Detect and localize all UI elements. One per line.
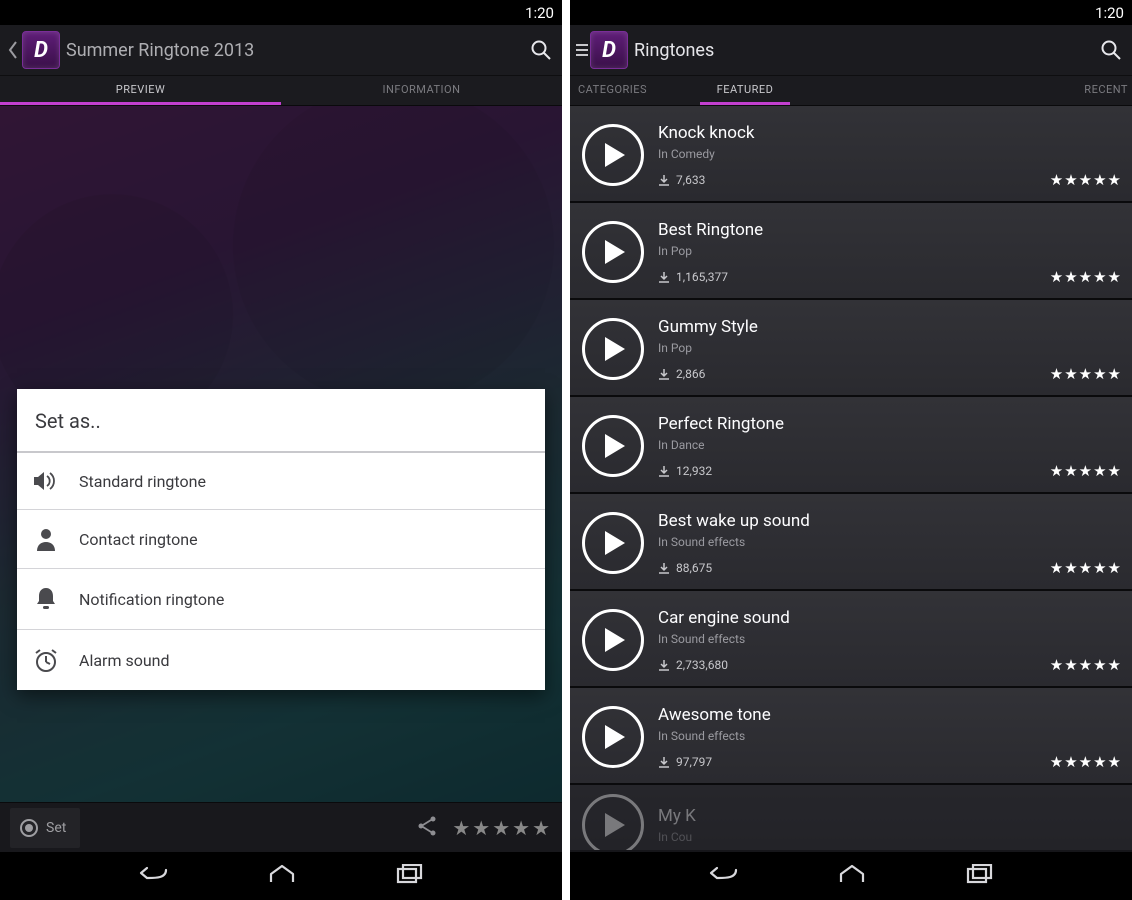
nav-bar bbox=[570, 852, 1132, 900]
bell-icon bbox=[31, 586, 61, 612]
left-screen: 1:20 D Summer Ringtone 2013 PREVIEW INFO… bbox=[0, 0, 562, 900]
ringtone-row[interactable]: Best Ringtone In Pop 1,165,377 ★★★★★ bbox=[570, 203, 1132, 300]
ringtone-name: Best wake up sound bbox=[658, 511, 1120, 531]
option-label: Alarm sound bbox=[79, 651, 170, 670]
option-label: Contact ringtone bbox=[79, 530, 198, 549]
zedge-logo[interactable]: D bbox=[22, 31, 60, 69]
ringtone-row[interactable]: Knock knock In Comedy 7,633 ★★★★★ bbox=[570, 106, 1132, 203]
ringtone-category: In Pop bbox=[658, 341, 1120, 355]
set-as-dialog: Set as.. Standard ringtone Contact ringt… bbox=[17, 389, 545, 690]
nav-recents-icon[interactable] bbox=[396, 864, 424, 888]
page-title: Summer Ringtone 2013 bbox=[66, 40, 526, 61]
tab-preview[interactable]: PREVIEW bbox=[0, 76, 281, 105]
play-button[interactable] bbox=[582, 512, 644, 574]
tab-information[interactable]: INFORMATION bbox=[281, 76, 562, 105]
tab-categories[interactable]: CATEGORIES bbox=[570, 76, 700, 105]
dialog-title: Set as.. bbox=[17, 389, 545, 453]
nav-back-icon[interactable] bbox=[708, 864, 738, 888]
status-time: 1:20 bbox=[525, 4, 554, 22]
play-button[interactable] bbox=[582, 794, 644, 853]
rating-stars: ★★★★★ bbox=[1050, 656, 1122, 674]
download-icon bbox=[658, 368, 670, 380]
ringtone-name: Awesome tone bbox=[658, 705, 1120, 725]
ringtone-name: Knock knock bbox=[658, 123, 1120, 143]
nav-home-icon[interactable] bbox=[838, 864, 866, 888]
ringtone-category: In Comedy bbox=[658, 147, 1120, 161]
ringtone-tabs: CATEGORIES FEATURED RECENT bbox=[570, 76, 1132, 106]
ringtone-name: Gummy Style bbox=[658, 317, 1120, 337]
play-button[interactable] bbox=[582, 318, 644, 380]
app-bar: D Ringtones bbox=[570, 25, 1132, 76]
ringtone-row[interactable]: Perfect Ringtone In Dance 12,932 ★★★★★ bbox=[570, 397, 1132, 494]
preview-artwork: Set as.. Standard ringtone Contact ringt… bbox=[0, 106, 562, 802]
alarm-icon bbox=[31, 647, 61, 673]
action-bar: Set ★★★★★ bbox=[0, 802, 562, 852]
status-bar: 1:20 bbox=[570, 0, 1132, 25]
play-button[interactable] bbox=[582, 706, 644, 768]
detail-tabs: PREVIEW INFORMATION bbox=[0, 76, 562, 106]
ringtone-name: Car engine sound bbox=[658, 608, 1120, 628]
play-button[interactable] bbox=[582, 124, 644, 186]
download-icon bbox=[658, 562, 670, 574]
back-button[interactable] bbox=[6, 41, 20, 59]
app-bar: D Summer Ringtone 2013 bbox=[0, 25, 562, 76]
rating-stars: ★★★★★ bbox=[1050, 559, 1122, 577]
rating-stars: ★★★★★ bbox=[1050, 268, 1122, 286]
download-icon bbox=[658, 271, 670, 283]
ringtone-category: In Sound effects bbox=[658, 535, 1120, 549]
play-button[interactable] bbox=[582, 221, 644, 283]
volume-icon bbox=[31, 470, 61, 492]
download-icon bbox=[658, 174, 670, 186]
nav-home-icon[interactable] bbox=[268, 864, 296, 888]
download-icon bbox=[658, 465, 670, 477]
option-label: Standard ringtone bbox=[79, 472, 206, 491]
ringtone-category: In Dance bbox=[658, 438, 1120, 452]
search-button[interactable] bbox=[526, 35, 556, 65]
nav-back-icon[interactable] bbox=[138, 864, 168, 888]
rating-stars: ★★★★★ bbox=[1050, 462, 1122, 480]
download-icon bbox=[658, 659, 670, 671]
ringtone-row[interactable]: Awesome tone In Sound effects 97,797 ★★★… bbox=[570, 688, 1132, 785]
option-label: Notification ringtone bbox=[79, 590, 224, 609]
status-bar: 1:20 bbox=[0, 0, 562, 25]
play-button[interactable] bbox=[582, 415, 644, 477]
share-button[interactable] bbox=[416, 815, 438, 841]
ringtone-category: In Pop bbox=[658, 244, 1120, 258]
ringtone-meta: My K In Cou bbox=[658, 806, 1120, 844]
rating-stars[interactable]: ★★★★★ bbox=[452, 816, 552, 840]
ringtone-row[interactable]: Car engine sound In Sound effects 2,733,… bbox=[570, 591, 1132, 688]
ringtone-row[interactable]: Gummy Style In Pop 2,866 ★★★★★ bbox=[570, 300, 1132, 397]
option-notification-ringtone[interactable]: Notification ringtone bbox=[17, 569, 545, 630]
ringtone-name: Perfect Ringtone bbox=[658, 414, 1120, 434]
ringtone-category: In Cou bbox=[658, 830, 1120, 844]
download-icon bbox=[658, 756, 670, 768]
zedge-logo[interactable]: D bbox=[590, 31, 628, 69]
ringtone-row[interactable]: Best wake up sound In Sound effects 88,6… bbox=[570, 494, 1132, 591]
rating-stars: ★★★★★ bbox=[1050, 365, 1122, 383]
person-icon bbox=[31, 527, 61, 551]
ringtone-list[interactable]: Knock knock In Comedy 7,633 ★★★★★ Best R… bbox=[570, 106, 1132, 852]
rating-stars: ★★★★★ bbox=[1050, 753, 1122, 771]
set-label: Set bbox=[46, 820, 66, 836]
tab-recent[interactable]: RECENT bbox=[790, 76, 1132, 105]
ringtone-name: My K bbox=[658, 806, 1120, 826]
ringtone-category: In Sound effects bbox=[658, 729, 1120, 743]
nav-bar bbox=[0, 852, 562, 900]
option-contact-ringtone[interactable]: Contact ringtone bbox=[17, 510, 545, 569]
play-button[interactable] bbox=[582, 609, 644, 671]
tab-featured[interactable]: FEATURED bbox=[700, 76, 790, 105]
status-time: 1:20 bbox=[1095, 4, 1124, 22]
rating-stars: ★★★★★ bbox=[1050, 171, 1122, 189]
ringtone-category: In Sound effects bbox=[658, 632, 1120, 646]
set-radio-icon bbox=[20, 819, 38, 837]
nav-recents-icon[interactable] bbox=[966, 864, 994, 888]
page-title: Ringtones bbox=[634, 40, 1096, 61]
right-screen: 1:20 D Ringtones CATEGORIES FEATURED REC… bbox=[570, 0, 1132, 900]
ringtone-name: Best Ringtone bbox=[658, 220, 1120, 240]
ringtone-row[interactable]: My K In Cou bbox=[570, 785, 1132, 852]
set-button[interactable]: Set bbox=[10, 808, 80, 848]
search-button[interactable] bbox=[1096, 35, 1126, 65]
option-alarm-sound[interactable]: Alarm sound bbox=[17, 630, 545, 690]
option-standard-ringtone[interactable]: Standard ringtone bbox=[17, 453, 545, 510]
